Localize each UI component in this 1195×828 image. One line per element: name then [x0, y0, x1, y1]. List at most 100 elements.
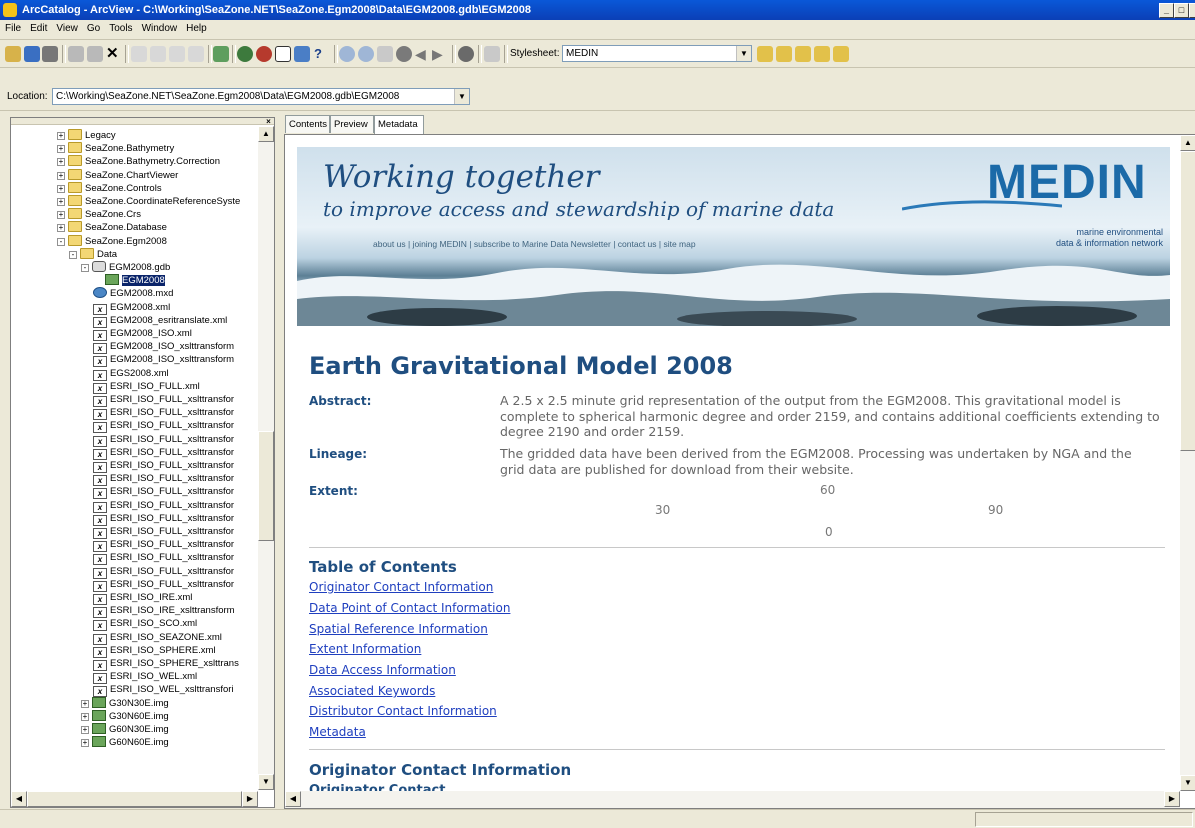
tree-item[interactable]: x ESRI_ISO_SPHERE_xslttrans — [93, 657, 239, 671]
menu-go[interactable]: Go — [82, 20, 104, 34]
tree-item[interactable]: + SeaZone.CoordinateReferenceSyste — [57, 195, 240, 208]
tree-item[interactable]: EGM2008.mxd — [93, 287, 173, 300]
tree-item[interactable]: x ESRI_ISO_FULL_xslttransfor — [93, 551, 234, 566]
tree-vertical-scrollbar[interactable]: ▲ ▼ — [258, 126, 274, 790]
tree-item[interactable]: + SeaZone.Database — [57, 221, 167, 234]
tree-item[interactable]: x ESRI_ISO_FULL_xslttransfor — [93, 578, 234, 592]
expand-icon[interactable]: + — [81, 739, 89, 748]
tree-item[interactable]: - EGM2008.gdb — [81, 261, 170, 274]
tree-item[interactable]: x EGM2008_ISO.xml — [93, 327, 192, 341]
copy-icon[interactable] — [68, 46, 84, 62]
metadata-horizontal-scrollbar[interactable]: ◀ ▶ — [285, 791, 1180, 808]
menu-edit[interactable]: Edit — [25, 20, 51, 34]
whats-this-icon[interactable]: ? — [314, 46, 330, 62]
tree-item[interactable]: x ESRI_ISO_FULL.xml — [93, 380, 200, 394]
delete-icon[interactable]: ✕ — [106, 46, 122, 62]
close-pane-icon[interactable]: × — [264, 118, 273, 126]
toc-link-keywords[interactable]: Associated Keywords — [309, 684, 435, 698]
tree-horizontal-scrollbar[interactable]: ◀ ▶ — [11, 791, 258, 807]
banner-link-about[interactable]: about us — [373, 239, 406, 249]
expand-icon[interactable]: + — [57, 184, 65, 193]
disconnect-folder-icon[interactable] — [42, 46, 58, 62]
tree-item[interactable]: EGM2008 — [105, 274, 165, 287]
launch-arcmap-icon[interactable] — [213, 46, 229, 62]
banner-link-contact[interactable]: contact us — [618, 239, 657, 249]
expand-icon[interactable]: + — [57, 224, 65, 233]
scroll-right-icon[interactable]: ▶ — [242, 791, 258, 807]
tree-item[interactable]: x ESRI_ISO_FULL_xslttransfor — [93, 485, 234, 500]
toc-link-distributor-contact[interactable]: Distributor Contact Information — [309, 704, 497, 718]
tree-item[interactable]: x ESRI_ISO_IRE_xslttransform — [93, 604, 235, 619]
expand-icon[interactable]: + — [57, 145, 65, 154]
tab-preview[interactable]: Preview — [330, 115, 374, 133]
scroll-right-icon[interactable]: ▶ — [1164, 791, 1180, 807]
chevron-down-icon[interactable]: ▼ — [736, 46, 751, 61]
minimize-button[interactable]: _ — [1159, 3, 1174, 18]
tree-item[interactable]: x ESRI_ISO_SEAZONE.xml — [93, 631, 222, 645]
update-metadata-icon[interactable] — [833, 46, 849, 62]
tree-item[interactable]: x ESRI_ISO_FULL_xslttransfor — [93, 446, 234, 460]
tree-item[interactable]: x ESRI_ISO_FULL_xslttransfor — [93, 499, 234, 513]
tree-item[interactable]: + G60N60E.img — [81, 736, 169, 749]
tree-item[interactable]: + Legacy — [57, 129, 116, 142]
scroll-down-icon[interactable]: ▼ — [258, 774, 274, 790]
expand-icon[interactable]: + — [57, 198, 65, 206]
back-icon[interactable]: ◀ — [415, 46, 431, 62]
tree-item[interactable]: + G60N30E.img — [81, 723, 169, 736]
menu-help[interactable]: Help — [181, 20, 211, 34]
full-extent-icon[interactable] — [396, 46, 412, 62]
tree-item[interactable]: x EGM2008_ISO_xslttransform — [93, 340, 234, 355]
toc-link-point-of-contact[interactable]: Data Point of Contact Information — [309, 601, 510, 615]
tree-item[interactable]: x ESRI_ISO_SCO.xml — [93, 617, 197, 632]
tree-item[interactable]: x EGM2008_ISO_xslttransform — [93, 353, 234, 368]
expand-icon[interactable]: + — [57, 171, 65, 180]
tree-item[interactable]: x ESRI_ISO_FULL_xslttransfor — [93, 512, 234, 526]
tree-item[interactable]: x ESRI_ISO_FULL_xslttransfor — [93, 565, 234, 579]
metadata-vertical-scrollbar[interactable]: ▲ ▼ — [1180, 135, 1195, 791]
up-one-level-icon[interactable] — [5, 46, 21, 62]
menu-view[interactable]: View — [51, 20, 82, 34]
stylesheet-dropdown[interactable]: MEDIN ▼ — [562, 45, 752, 62]
export-metadata-icon[interactable] — [814, 46, 830, 62]
scroll-left-icon[interactable]: ◀ — [11, 791, 27, 807]
tree-item[interactable]: x ESRI_ISO_FULL_xslttransfor — [93, 472, 234, 487]
tree-item[interactable]: x ESRI_ISO_FULL_xslttransfor — [93, 406, 234, 421]
tree-item[interactable]: x ESRI_ISO_SPHERE.xml — [93, 644, 216, 658]
banner-link-newsletter[interactable]: subscribe to Marine Data Newsletter — [474, 239, 611, 249]
expand-icon[interactable]: + — [81, 712, 89, 721]
scroll-up-icon[interactable]: ▲ — [1180, 135, 1195, 151]
edit-metadata-icon[interactable] — [757, 46, 773, 62]
zoom-out-icon[interactable] — [358, 46, 374, 62]
collapse-icon[interactable]: - — [57, 237, 65, 246]
collapse-icon[interactable]: - — [69, 250, 77, 259]
tree-item[interactable]: x EGM2008_esritranslate.xml — [93, 314, 227, 328]
tree-item[interactable]: x ESRI_ISO_FULL_xslttransfor — [93, 393, 234, 407]
scroll-up-icon[interactable]: ▲ — [258, 126, 274, 142]
tree-item[interactable]: + SeaZone.Crs — [57, 208, 141, 221]
scroll-thumb[interactable] — [27, 791, 242, 807]
pan-icon[interactable] — [377, 46, 393, 62]
paste-icon[interactable] — [87, 46, 103, 62]
expand-icon[interactable]: + — [81, 726, 89, 734]
thumbnails-icon[interactable] — [188, 46, 204, 62]
model-builder-icon[interactable] — [275, 46, 291, 62]
tree-item[interactable]: - SeaZone.Egm2008 — [57, 234, 167, 248]
banner-link-sitemap[interactable]: site map — [663, 239, 695, 249]
expand-icon[interactable]: + — [57, 132, 65, 140]
collapse-icon[interactable]: - — [81, 264, 89, 272]
banner-link-joining[interactable]: joining MEDIN — [413, 239, 467, 249]
tree-item[interactable]: x ESRI_ISO_WEL_xslttransfori — [93, 683, 234, 698]
pane-grip[interactable] — [11, 118, 274, 125]
tree-item[interactable]: + SeaZone.Bathymetry — [57, 142, 174, 155]
tree-item[interactable]: x ESRI_ISO_FULL_xslttransfor — [93, 419, 234, 434]
command-line-icon[interactable] — [256, 46, 272, 62]
menu-window[interactable]: Window — [137, 20, 182, 34]
tab-metadata[interactable]: Metadata — [374, 115, 424, 134]
chevron-down-icon[interactable]: ▼ — [454, 89, 469, 104]
tree-item[interactable]: x ESRI_ISO_FULL_xslttransfor — [93, 538, 234, 553]
scroll-down-icon[interactable]: ▼ — [1180, 775, 1195, 791]
expand-icon[interactable]: + — [57, 158, 65, 167]
toc-link-data-access[interactable]: Data Access Information — [309, 663, 456, 677]
zoom-in-icon[interactable] — [339, 46, 355, 62]
location-input[interactable]: C:\Working\SeaZone.NET\SeaZone.Egm2008\D… — [52, 88, 470, 105]
